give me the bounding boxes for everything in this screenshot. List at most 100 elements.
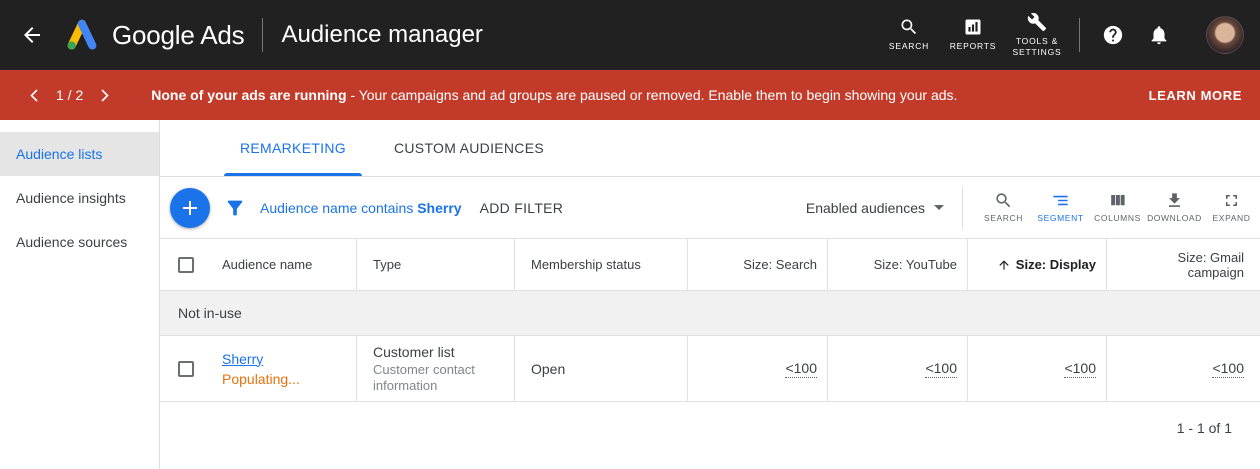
action-label: EXPAND (1213, 213, 1251, 223)
action-label: DOWNLOAD (1147, 213, 1202, 223)
cell-size-gmail: <100 (1106, 336, 1260, 401)
back-arrow-icon (20, 23, 44, 47)
size-search-value: <100 (785, 360, 817, 378)
table-header-row: Audience name Type Membership status Siz… (160, 239, 1260, 291)
audience-view-dropdown[interactable]: Enabled audiences (806, 200, 944, 216)
wrench-icon (1027, 12, 1047, 32)
tab-label: REMARKETING (240, 140, 346, 156)
back-button[interactable] (12, 15, 52, 55)
audience-name-stack: Sherry Populating... (222, 351, 300, 387)
product-name: Google Ads (112, 20, 244, 51)
learn-more-link[interactable]: LEARN MORE (1149, 88, 1242, 103)
header-divider (262, 18, 263, 52)
column-label: Size: Search (743, 257, 817, 272)
column-label: Size: Gmail campaign (1123, 250, 1244, 280)
plus-icon (178, 196, 202, 220)
action-label: SEARCH (984, 213, 1023, 223)
page-title: Audience manager (281, 21, 482, 49)
tab-remarketing[interactable]: REMARKETING (216, 120, 370, 176)
table-expand-button[interactable]: EXPAND (1203, 191, 1260, 223)
pagination-label: 1 - 1 of 1 (1177, 420, 1232, 436)
filter-button[interactable] (224, 197, 246, 219)
nav-divider (1079, 18, 1080, 52)
column-label: Size: Display (1016, 257, 1096, 272)
add-audience-button[interactable] (170, 188, 210, 228)
toolbar: Audience name contains Sherry ADD FILTER… (160, 177, 1260, 239)
column-header-type[interactable]: Type (356, 239, 514, 290)
table-search-button[interactable]: SEARCH (975, 191, 1032, 223)
nav-tools-settings-button[interactable]: TOOLS & SETTINGS (1005, 12, 1069, 58)
active-filter-chip[interactable]: Audience name contains Sherry (260, 200, 462, 216)
search-icon (899, 17, 919, 37)
chevron-right-icon[interactable] (97, 85, 113, 106)
reports-icon (963, 17, 983, 37)
sidebar-item-audience-insights[interactable]: Audience insights (0, 176, 159, 220)
table-columns-button[interactable]: COLUMNS (1089, 191, 1146, 223)
cell-size-youtube: <100 (827, 336, 967, 401)
select-all-checkbox[interactable] (178, 257, 194, 273)
help-button[interactable] (1093, 15, 1133, 55)
chevron-down-icon (934, 205, 944, 210)
sort-ascending-icon (997, 258, 1011, 272)
view-dropdown-value: Enabled audiences (806, 200, 925, 216)
sidebar-item-label: Audience insights (16, 190, 126, 206)
column-header-size-youtube[interactable]: Size: YouTube (827, 239, 967, 290)
top-app-bar: Google Ads Audience manager SEARCH REPOR… (0, 0, 1260, 70)
membership-status-value: Open (531, 361, 565, 377)
type-stack: Customer list Customer contact informati… (373, 344, 504, 394)
filter-value: Sherry (417, 200, 461, 216)
bell-icon (1148, 24, 1170, 46)
audience-populating-status: Populating... (222, 371, 300, 387)
cell-size-display: <100 (967, 336, 1106, 401)
nav-search-label: SEARCH (889, 41, 929, 52)
column-header-size-gmail[interactable]: Size: Gmail campaign (1106, 239, 1260, 290)
column-header-size-search[interactable]: Size: Search (687, 239, 827, 290)
nav-tools-settings-label: TOOLS & SETTINGS (1009, 36, 1065, 58)
type-value: Customer list (373, 344, 504, 360)
google-ads-logo[interactable] (62, 17, 102, 53)
banner-message-rest: - Your campaigns and ad groups are pause… (350, 87, 957, 103)
sidebar: Audience lists Audience insights Audienc… (0, 120, 160, 469)
table-footer: 1 - 1 of 1 (160, 402, 1260, 454)
nav-search-button[interactable]: SEARCH (877, 17, 941, 52)
banner-pager: 1 / 2 (26, 85, 113, 106)
sidebar-item-label: Audience sources (16, 234, 127, 250)
table-row: Sherry Populating... Customer list Custo… (160, 336, 1260, 402)
group-row-not-in-use: Not in-use (160, 291, 1260, 336)
column-label: Size: YouTube (874, 257, 957, 272)
banner-page-indicator: 1 / 2 (56, 87, 83, 103)
notifications-button[interactable] (1139, 15, 1179, 55)
tab-custom-audiences[interactable]: CUSTOM AUDIENCES (370, 120, 568, 176)
audience-name-link[interactable]: Sherry (222, 351, 300, 367)
sidebar-item-audience-sources[interactable]: Audience sources (0, 220, 159, 264)
add-filter-button[interactable]: ADD FILTER (480, 200, 564, 216)
toolbar-divider (962, 187, 963, 229)
column-header-size-display[interactable]: Size: Display (967, 239, 1106, 290)
avatar[interactable] (1206, 16, 1244, 54)
row-checkbox[interactable] (178, 361, 194, 377)
type-detail: Customer contact information (373, 362, 504, 394)
alert-banner: 1 / 2 None of your ads are running - You… (0, 70, 1260, 120)
column-label: Type (373, 257, 401, 272)
column-header-membership-status[interactable]: Membership status (514, 239, 687, 290)
segment-icon (1051, 191, 1070, 210)
sidebar-item-audience-lists[interactable]: Audience lists (0, 132, 159, 176)
size-gmail-value: <100 (1212, 360, 1244, 378)
action-label: COLUMNS (1094, 213, 1141, 223)
chevron-left-icon[interactable] (26, 85, 42, 106)
tab-bar: REMARKETING CUSTOM AUDIENCES (160, 120, 1260, 177)
banner-message-bold: None of your ads are running (151, 87, 346, 103)
table-segment-button[interactable]: SEGMENT (1032, 191, 1089, 223)
main-panel: REMARKETING CUSTOM AUDIENCES Audience na… (160, 120, 1260, 469)
sidebar-item-label: Audience lists (16, 146, 102, 162)
table-download-button[interactable]: DOWNLOAD (1146, 191, 1203, 223)
nav-reports-label: REPORTS (950, 41, 997, 52)
search-icon (994, 191, 1013, 210)
filter-funnel-icon (224, 197, 246, 219)
size-youtube-value: <100 (925, 360, 957, 378)
column-label[interactable]: Audience name (222, 257, 312, 272)
size-display-value: <100 (1064, 360, 1096, 378)
nav-reports-button[interactable]: REPORTS (941, 17, 1005, 52)
cell-type: Customer list Customer contact informati… (356, 336, 514, 401)
filter-label: Audience name contains (260, 200, 413, 216)
